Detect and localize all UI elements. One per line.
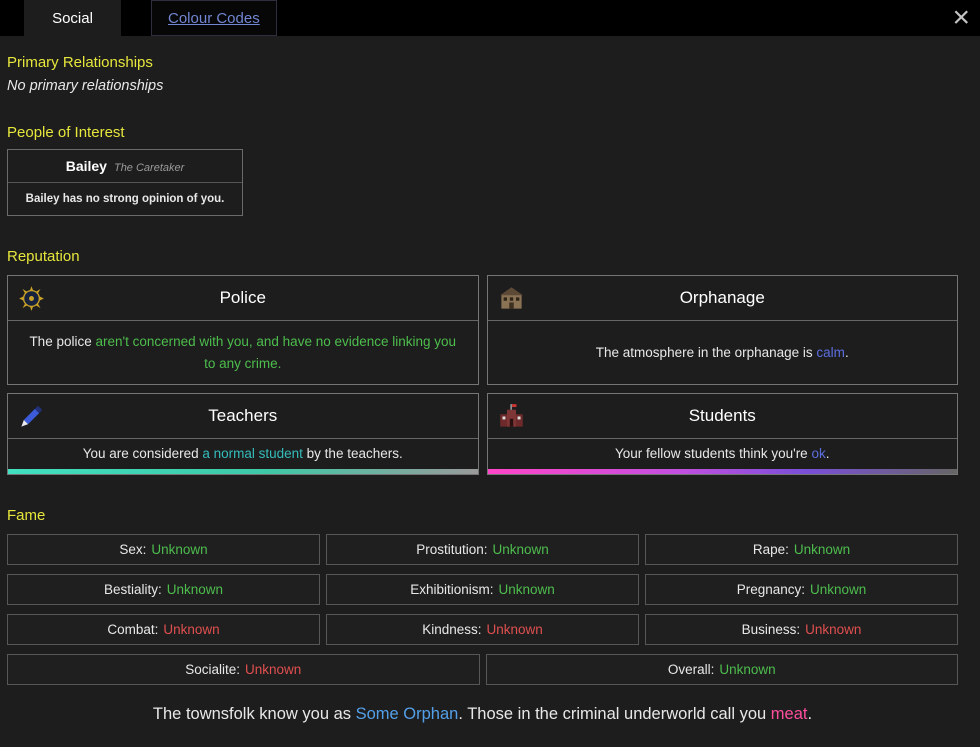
fame-label: Exhibitionism: <box>410 581 494 597</box>
tab-social[interactable]: Social <box>24 0 121 36</box>
fame-cell-business: Business: Unknown <box>645 613 958 645</box>
fame-cell-prostitution: Prostitution: Unknown <box>326 533 639 565</box>
text-part: ok <box>811 446 826 462</box>
students-reputation-text: Your fellow students think you're ok. <box>488 439 958 469</box>
fame-value: Unknown <box>486 621 543 637</box>
text-part: . Those in the criminal underworld call … <box>458 704 771 723</box>
text-part: meat <box>770 704 808 723</box>
fame-value: Unknown <box>166 581 224 597</box>
person-card-header: Bailey The Caretaker <box>8 150 242 183</box>
fame-label: Prostitution: <box>416 541 488 557</box>
reputation-card-title: Police <box>219 288 266 307</box>
reputation-card-teachers: Teachers You are considered a normal stu… <box>7 393 479 475</box>
school-icon <box>498 403 525 430</box>
fame-cell-overall: Overall: Unknown <box>485 653 958 685</box>
text-part: Your fellow students think you're <box>615 446 812 462</box>
reputation-card-orphanage: Orphanage The atmosphere in the orphanag… <box>486 275 958 386</box>
text-part: The townsfolk know you as <box>152 704 356 723</box>
reputation-grid: Police The police aren't concerned with … <box>7 275 958 475</box>
fame-summary: The townsfolk know you as Some Orphan. T… <box>7 705 958 724</box>
fame-label: Sex: <box>119 541 147 557</box>
text-part: You are considered <box>82 446 203 462</box>
reputation-card-header: Students <box>487 394 957 440</box>
fame-cell-socialite: Socialite: Unknown <box>7 653 480 685</box>
text-part: The atmosphere in the orphanage is <box>595 344 817 360</box>
primary-relationships-heading: Primary Relationships <box>7 54 153 71</box>
text-part: by the teachers. <box>302 446 403 462</box>
person-card-bailey: Bailey The Caretaker Bailey has no strong… <box>7 149 243 216</box>
fame-cell-bestiality: Bestiality: Unknown <box>7 573 320 605</box>
close-icon[interactable]: × <box>952 0 970 36</box>
fame-label: Socialite: <box>185 661 240 677</box>
reputation-card-title: Teachers <box>208 406 278 426</box>
fame-label: Business: <box>741 621 801 637</box>
fame-cell-kindness: Kindness: Unknown <box>326 613 639 645</box>
fame-label: Kindness: <box>422 621 482 637</box>
fame-value: Unknown <box>793 541 851 557</box>
teachers-respect-bar <box>8 468 478 474</box>
fame-value: Unknown <box>805 621 862 637</box>
reputation-card-title: Orphanage <box>679 288 765 307</box>
text-part: a normal student <box>202 446 303 462</box>
fame-label: Pregnancy: <box>736 581 805 597</box>
text-part: Some Orphan <box>355 704 459 723</box>
text-part: calm <box>816 344 845 360</box>
reputation-card-header: Teachers <box>8 394 478 440</box>
orphanage-reputation-text: The atmosphere in the orphanage is calm. <box>488 321 958 384</box>
text-part: . <box>825 446 830 462</box>
text-part: aren't concerned with you, and have no e… <box>95 334 457 371</box>
fame-cell-combat: Combat: Unknown <box>7 613 320 645</box>
text-part: . <box>807 704 813 723</box>
text-part: . <box>844 344 849 360</box>
fame-label: Rape: <box>752 541 789 557</box>
fame-cell-pregnancy: Pregnancy: Unknown <box>645 573 958 605</box>
fame-cell-exhibitionism: Exhibitionism: Unknown <box>326 573 639 605</box>
fame-value: Unknown <box>719 661 776 677</box>
people-of-interest-heading: People of Interest <box>7 124 125 141</box>
fame-heading: Fame <box>7 506 46 524</box>
reputation-card-header: Police <box>8 276 478 321</box>
police-reputation-text: The police aren't concerned with you, an… <box>8 321 478 384</box>
students-respect-bar <box>487 468 957 474</box>
tab-colour-codes[interactable]: Colour Codes <box>151 0 277 36</box>
person-opinion: Bailey has no strong opinion of you. <box>25 193 225 205</box>
fame-label: Overall: <box>667 661 715 677</box>
reputation-heading: Reputation <box>7 248 80 265</box>
fame-value: Unknown <box>151 541 208 557</box>
fame-label: Combat: <box>107 621 159 637</box>
fame-value: Unknown <box>498 581 555 597</box>
police-badge-icon <box>18 285 45 312</box>
person-title: The Caretaker <box>113 162 185 174</box>
fame-value: Unknown <box>163 621 220 637</box>
person-name: Bailey <box>65 158 107 174</box>
reputation-card-title: Students <box>688 406 756 426</box>
orphanage-icon <box>498 285 525 312</box>
reputation-card-police: Police The police aren't concerned with … <box>7 275 479 386</box>
fame-value: Unknown <box>810 581 867 597</box>
reputation-card-students: Students Your fellow students think you'… <box>486 393 958 475</box>
reputation-card-header: Orphanage <box>487 276 957 321</box>
fame-cell-rape: Rape: Unknown <box>645 533 958 565</box>
pencil-icon <box>18 403 45 430</box>
fame-label: Bestiality: <box>103 581 162 597</box>
fame-grid: Sex: Unknown Prostitution: Unknown Rape:… <box>7 533 958 685</box>
fame-value: Unknown <box>245 661 302 677</box>
social-panel: Primary Relationships No primary relatio… <box>0 36 980 724</box>
teachers-reputation-text: You are considered a normal student by t… <box>8 439 478 469</box>
fame-cell-sex: Sex: Unknown <box>7 533 320 565</box>
no-primary-relationships-text: No primary relationships <box>7 78 164 94</box>
text-part: The police <box>29 334 96 349</box>
fame-value: Unknown <box>492 541 549 557</box>
tab-bar: Social Colour Codes × <box>0 0 980 36</box>
